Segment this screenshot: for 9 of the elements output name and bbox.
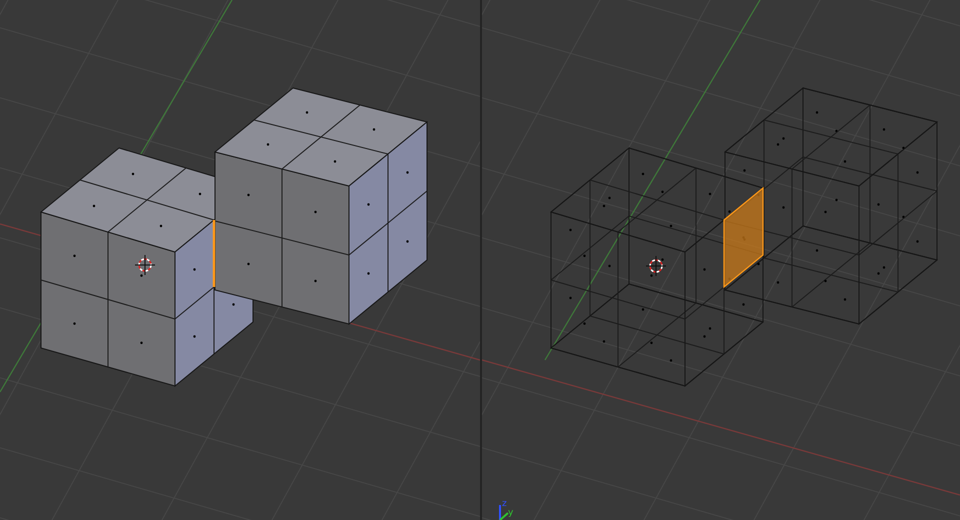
axis-gizmo-icon [499, 505, 509, 520]
selected-edge[interactable] [212, 220, 216, 287]
mesh-drawing[interactable] [40, 87, 428, 388]
axis-label: y [508, 508, 514, 518]
cursor-icon[interactable] [646, 256, 666, 276]
selected-face[interactable] [723, 186, 764, 288]
mesh-drawing[interactable] [550, 86, 938, 388]
axis-label: z [502, 499, 507, 509]
cursor-icon[interactable] [134, 254, 156, 276]
